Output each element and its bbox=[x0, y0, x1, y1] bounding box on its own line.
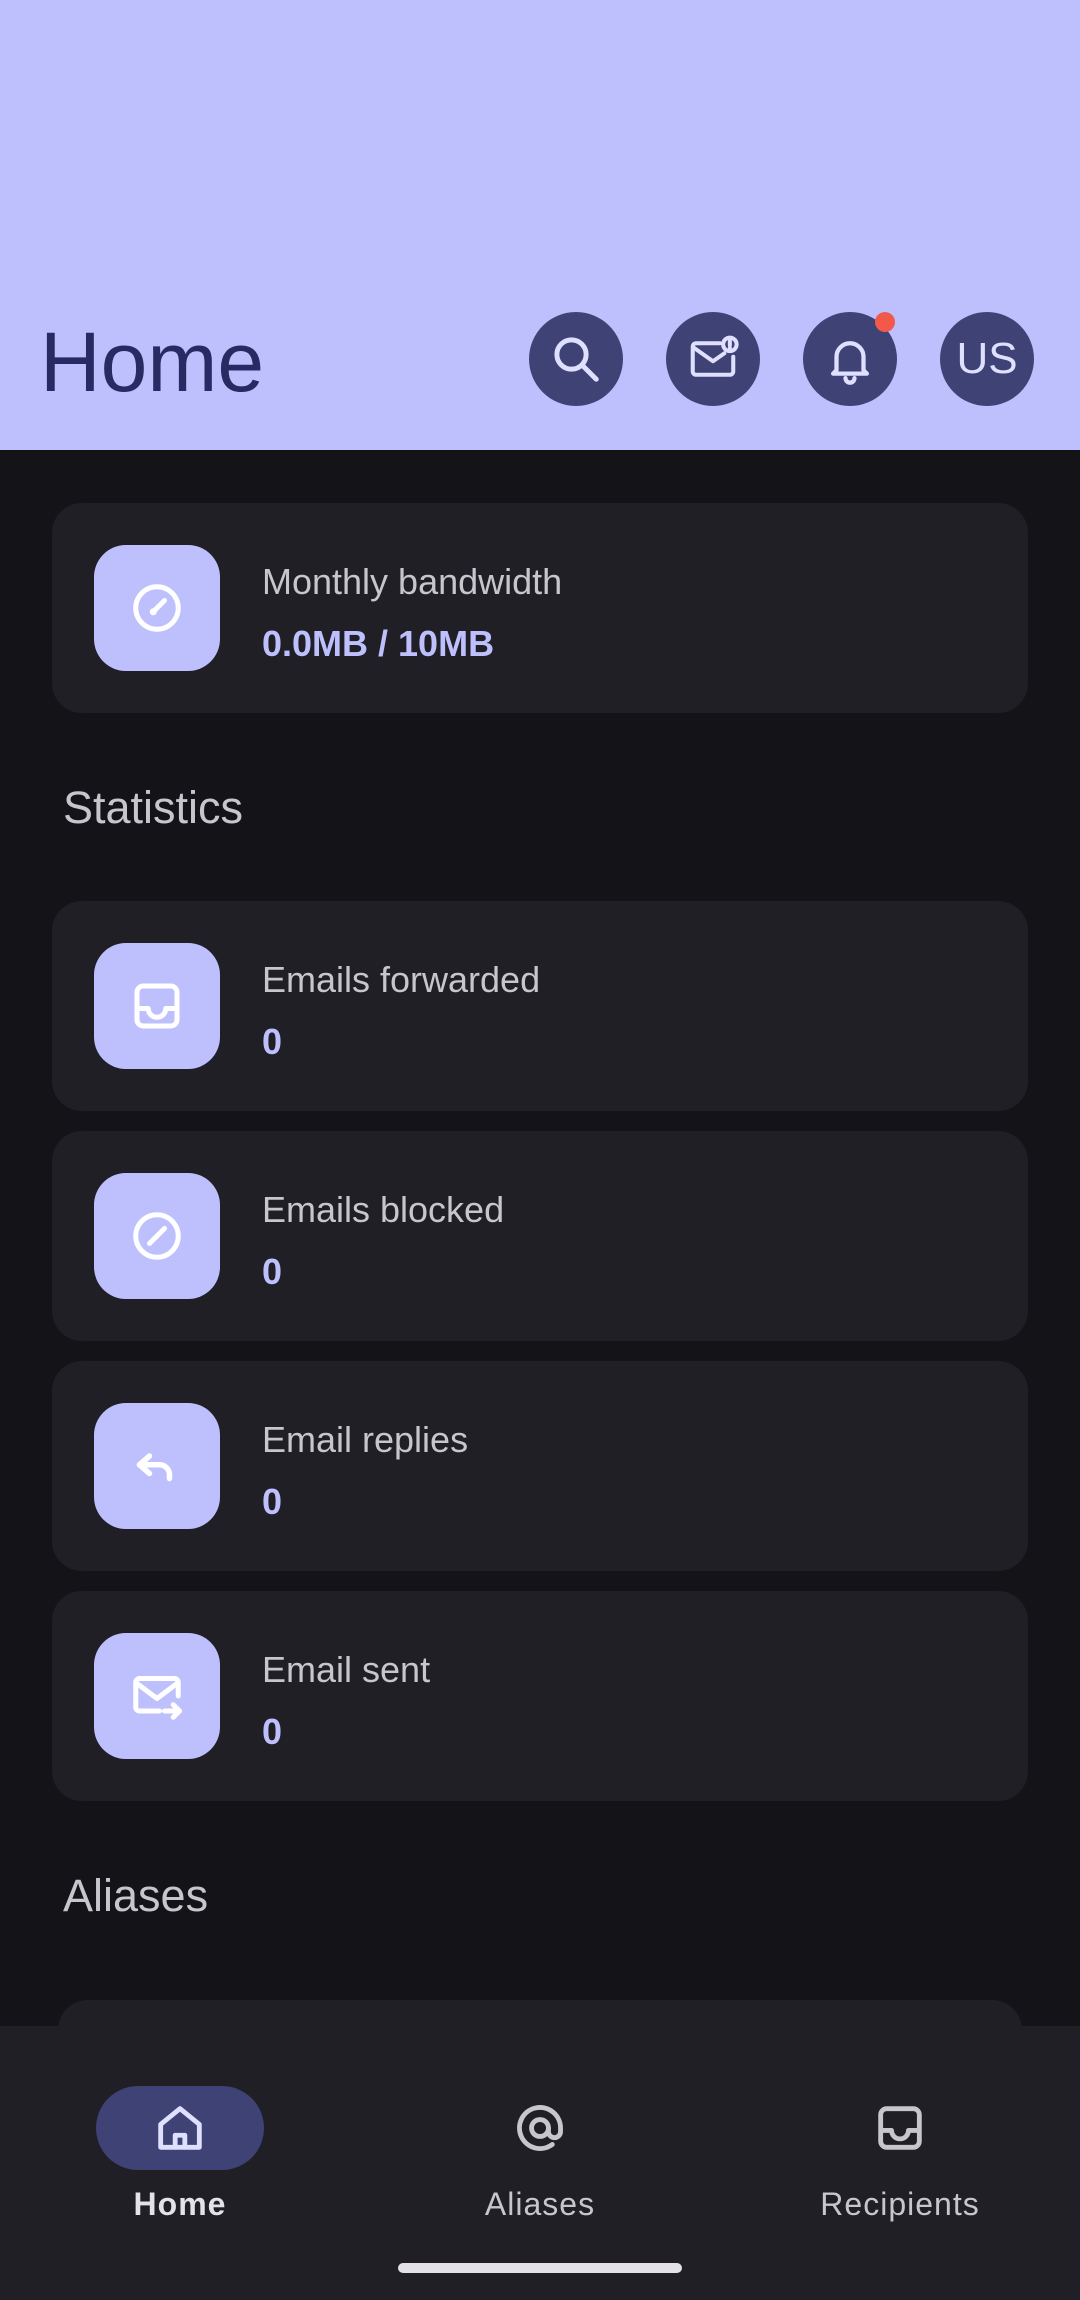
mail-alert-icon bbox=[690, 335, 739, 377]
stat-label: Email replies bbox=[262, 1419, 469, 1460]
notification-badge bbox=[875, 312, 895, 332]
home-screen: Home US Monthly bandwidth 0.0MB / 10MB S… bbox=[0, 0, 1080, 2300]
page-title: Home bbox=[40, 315, 265, 409]
stat-card-forwarded[interactable]: Emails forwarded 0 bbox=[52, 901, 1028, 1111]
nav-home-label: Home bbox=[133, 2186, 227, 2222]
stat-label: Emails forwarded bbox=[262, 959, 541, 1000]
stat-value: 0 bbox=[262, 1021, 283, 1062]
notifications-button[interactable] bbox=[803, 312, 897, 406]
gauge-icon bbox=[133, 584, 181, 632]
blocked-icon-tile bbox=[94, 1173, 220, 1299]
bandwidth-icon-tile bbox=[94, 545, 220, 671]
stat-value: 0 bbox=[262, 1711, 283, 1752]
nav-recipients-indicator[interactable] bbox=[816, 2086, 984, 2170]
stat-label: Emails blocked bbox=[262, 1189, 505, 1230]
replies-icon-tile bbox=[94, 1403, 220, 1529]
gesture-home-indicator[interactable] bbox=[398, 2263, 682, 2273]
search-icon bbox=[554, 337, 599, 382]
forwarded-icon-tile bbox=[94, 943, 220, 1069]
stat-card-sent[interactable]: Email sent 0 bbox=[52, 1591, 1028, 1801]
bell-icon bbox=[830, 341, 870, 385]
statistics-heading: Statistics bbox=[63, 782, 244, 833]
stat-label: Email sent bbox=[262, 1649, 431, 1690]
blocked-icon bbox=[133, 1212, 181, 1260]
bandwidth-card: Monthly bandwidth 0.0MB / 10MB bbox=[52, 503, 1028, 713]
nav-recipients-label: Recipients bbox=[820, 2186, 980, 2222]
stat-card-blocked[interactable]: Emails blocked 0 bbox=[52, 1131, 1028, 1341]
bandwidth-label: Monthly bandwidth bbox=[262, 561, 563, 602]
bandwidth-value: 0.0MB / 10MB bbox=[262, 623, 495, 664]
reply-icon bbox=[136, 1453, 173, 1482]
nav-home[interactable]: Home bbox=[30, 2058, 330, 2222]
inbox-icon bbox=[134, 983, 180, 1029]
nav-aliases-indicator[interactable] bbox=[456, 2086, 624, 2170]
nav-aliases[interactable]: Aliases bbox=[390, 2058, 690, 2222]
home-icon bbox=[158, 2106, 202, 2150]
avatar-initials: US bbox=[956, 334, 1018, 383]
top-app-bar: Home US bbox=[0, 0, 1080, 450]
nav-aliases-label: Aliases bbox=[484, 2186, 596, 2222]
inbox-icon bbox=[878, 2106, 922, 2150]
bottom-navigation: Home Aliases Recipients bbox=[0, 2026, 1080, 2300]
mail-send-icon bbox=[133, 1676, 182, 1720]
stat-value: 0 bbox=[262, 1251, 283, 1292]
stat-card-replies[interactable]: Email replies 0 bbox=[52, 1361, 1028, 1571]
aliases-heading: Aliases bbox=[63, 1870, 209, 1921]
mail-alert-button[interactable] bbox=[666, 312, 760, 406]
nav-home-indicator[interactable] bbox=[96, 2086, 264, 2170]
account-avatar[interactable]: US bbox=[940, 312, 1034, 406]
nav-recipients[interactable]: Recipients bbox=[750, 2058, 1050, 2222]
stat-value: 0 bbox=[262, 1481, 283, 1522]
at-icon bbox=[517, 2105, 563, 2151]
search-button[interactable] bbox=[529, 312, 623, 406]
sent-icon-tile bbox=[94, 1633, 220, 1759]
